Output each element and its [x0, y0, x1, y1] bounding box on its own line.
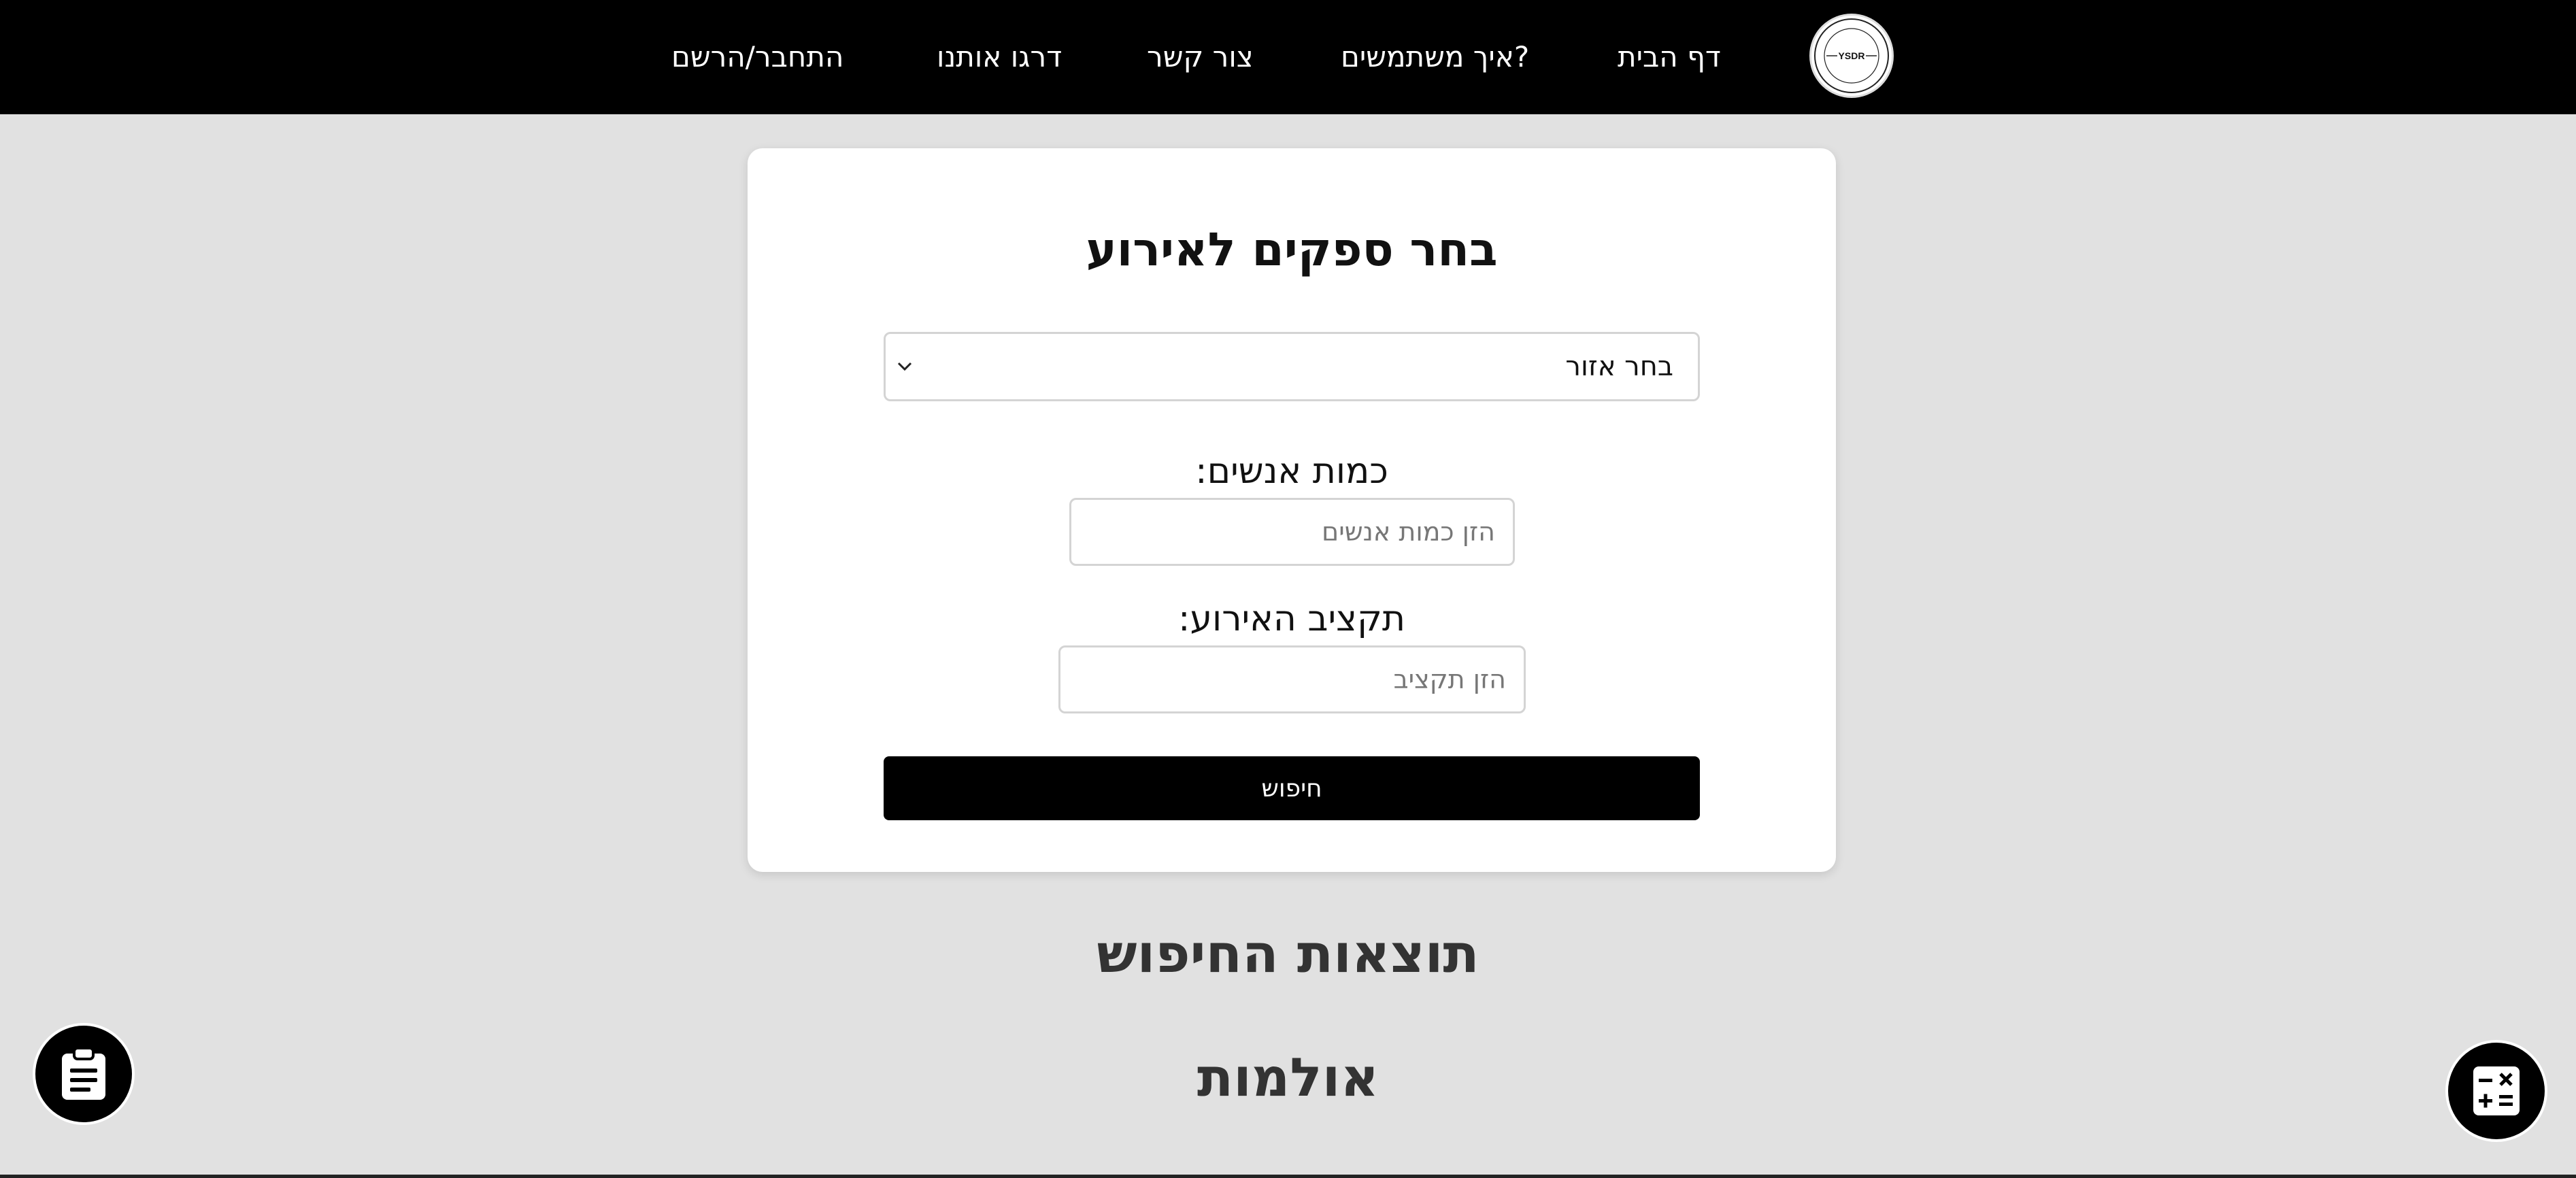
nav-link-rate-us[interactable]: דרגו אותנו: [937, 38, 1062, 76]
calculator-fab-button[interactable]: [2445, 1040, 2547, 1142]
guests-input[interactable]: [1069, 498, 1515, 566]
nav-link-how-to-use[interactable]: איך משתמשים?: [1341, 38, 1529, 76]
region-select[interactable]: בחר אזור: [884, 332, 1700, 401]
bottom-divider: [0, 1175, 2576, 1178]
results-title: תוצאות החיפוש: [1097, 924, 1479, 985]
site-logo[interactable]: YSDR: [1809, 14, 1894, 98]
nav-link-contact[interactable]: צור קשר: [1147, 38, 1254, 76]
logo-text: YSDR: [1839, 50, 1865, 61]
region-select-value: בחר אזור: [1565, 351, 1673, 382]
budget-input[interactable]: [1058, 645, 1526, 713]
calculator-icon: [2473, 1066, 2520, 1115]
logo-badge-icon: YSDR: [1814, 18, 1889, 93]
page: YSDR דף הבית איך משתמשים? צור קשר דרגו א…: [0, 0, 2576, 1178]
section-title-halls: אולמות: [1197, 1047, 1379, 1109]
search-button[interactable]: חיפוש: [884, 756, 1700, 820]
supplier-search-card: בחר ספקים לאירוע בחר אזור כמות אנשים: תק…: [748, 148, 1836, 872]
clipboard-icon: [62, 1047, 105, 1100]
top-navbar: YSDR דף הבית איך משתמשים? צור קשר דרגו א…: [0, 0, 2576, 114]
nav-link-login-register[interactable]: התחבר/הרשם: [671, 38, 843, 76]
nav-link-home[interactable]: דף הבית: [1618, 38, 1721, 76]
budget-label: תקציב האירוע:: [1177, 599, 1406, 639]
guests-label: כמות אנשים:: [1195, 451, 1388, 492]
clipboard-fab-button[interactable]: [33, 1023, 135, 1125]
form-title: בחר ספקים לאירוע: [1086, 223, 1498, 277]
chevron-down-icon: [897, 362, 912, 371]
